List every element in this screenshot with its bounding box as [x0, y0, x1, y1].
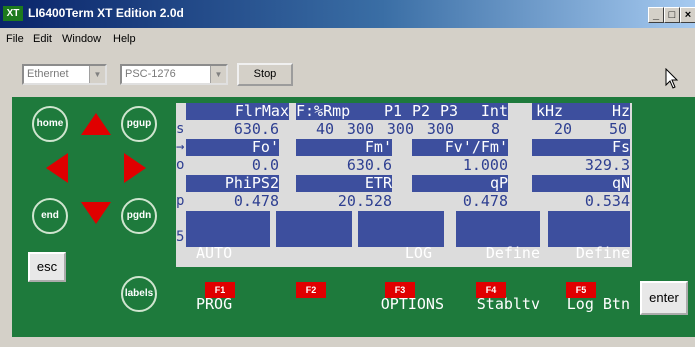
window-title: LI6400Term XT Edition 2.0d [28, 6, 184, 20]
menu-help[interactable]: Help [113, 33, 136, 45]
softkey-label: OPTIONS [380, 295, 444, 313]
row-indicator: 5 [176, 229, 185, 245]
softkey-label: AUTO [196, 244, 233, 262]
row-indicator: o [176, 157, 185, 173]
lcd-cell: qN [532, 175, 630, 192]
home-button[interactable]: home [32, 106, 68, 142]
row-indicator: → [176, 139, 185, 155]
lcd-cell: 40 [315, 121, 334, 138]
lcd-cell: Fm' [296, 139, 392, 156]
maximize-button[interactable]: □ [664, 7, 680, 23]
lcd-cell: Int [458, 103, 508, 120]
lcd-cell: 630.6 [346, 157, 392, 174]
lcd-cell: 630.6 [233, 121, 279, 138]
lcd-cell: Fs [532, 139, 630, 156]
toolbar: Ethernet ▼ PSC-1276 ▼ Stop [0, 52, 695, 96]
lcd-cell: 300 [346, 121, 374, 138]
lcd-cell: P3 [430, 103, 458, 120]
lcd-cell: 20.528 [337, 193, 392, 210]
pgdn-button[interactable]: pgdn [121, 198, 157, 234]
pgup-button[interactable]: pgup [121, 106, 157, 142]
lcd-cell: P2 [402, 103, 430, 120]
arrow-right-icon[interactable] [124, 153, 146, 183]
lcd-cell: 0.478 [462, 193, 508, 210]
lcd-row-values-2: o 0.0 630.6 1.000 329.3 [176, 157, 632, 174]
connection-value: Ethernet [27, 68, 69, 80]
lcd-softkey-row: 5 AUTO PROG LOG OPTIONS Define Stabltv D… [176, 211, 632, 313]
instrument-select[interactable]: PSC-1276 ▼ [120, 64, 228, 85]
lcd-row-values-1: s 630.6 40 300 300 300 8 20 50 [176, 121, 632, 138]
instrument-value: PSC-1276 [125, 68, 176, 80]
lcd-row-header-3: PhiPS2 ETR qP qN [176, 175, 632, 192]
f1-button[interactable]: F1 [205, 282, 235, 298]
f5-button[interactable]: F5 [566, 282, 596, 298]
menu-bar: File Edit Window Help [0, 28, 695, 50]
mouse-cursor-icon [665, 68, 679, 89]
f4-button[interactable]: F4 [476, 282, 506, 298]
softkey-5[interactable]: Define Log Btn [548, 211, 630, 313]
lcd-cell: 0.478 [233, 193, 279, 210]
esc-button[interactable]: esc [28, 252, 66, 282]
lcd-cell: 300 [386, 121, 414, 138]
softkey-4[interactable]: Define Stabltv [456, 211, 540, 313]
lcd-cell: qP [412, 175, 508, 192]
lcd-cell: 329.3 [584, 157, 630, 174]
menu-window[interactable]: Window [62, 33, 101, 45]
softkey-label: Stabltv [476, 295, 540, 313]
lcd-cell: F:%Rmp [296, 103, 374, 120]
lcd-display: FlrMax F:%Rmp P1 P2 P3 Int kHz Hz s 630.… [176, 103, 632, 313]
lcd-row-header-2: → Fo' Fm' Fv'/Fm' Fs [176, 139, 632, 156]
lcd-cell: kHz [532, 103, 582, 120]
title-bar: XT LI6400Term XT Edition 2.0d _ □ × [0, 0, 695, 28]
lcd-cell: Fv'/Fm' [412, 139, 508, 156]
lcd-cell: 1.000 [462, 157, 508, 174]
softkey-label: LOG [404, 244, 432, 262]
app-logo-icon: XT [3, 6, 23, 21]
arrow-down-icon[interactable] [81, 202, 111, 224]
softkey-3[interactable]: LOG OPTIONS [358, 211, 444, 313]
row-indicator: s [176, 121, 185, 137]
softkey-2[interactable] [276, 211, 352, 247]
row-indicator: p [176, 193, 185, 209]
lcd-cell: Hz [582, 103, 630, 120]
lcd-cell: P1 [374, 103, 402, 120]
connection-select[interactable]: Ethernet ▼ [22, 64, 107, 85]
menu-edit[interactable]: Edit [33, 33, 52, 45]
softkey-1[interactable]: AUTO PROG [186, 211, 270, 313]
minimize-button[interactable]: _ [648, 7, 664, 23]
arrow-up-icon[interactable] [81, 113, 111, 135]
menu-file[interactable]: File [6, 33, 24, 45]
f3-button[interactable]: F3 [385, 282, 415, 298]
lcd-cell: 8 [490, 121, 500, 138]
lcd-cell: ETR [296, 175, 392, 192]
softkey-label: Define [485, 244, 540, 262]
enter-button[interactable]: enter [640, 281, 688, 315]
lcd-cell: FlrMax [186, 103, 289, 120]
softkey-label: PROG [196, 295, 233, 313]
chevron-down-icon[interactable]: ▼ [210, 66, 226, 83]
end-button[interactable]: end [32, 198, 68, 234]
lcd-row-values-3: p 0.478 20.528 0.478 0.534 [176, 193, 632, 210]
softkey-label: Log Btn [566, 295, 630, 313]
stop-button[interactable]: Stop [237, 63, 293, 86]
labels-button[interactable]: labels [121, 276, 157, 312]
close-button[interactable]: × [680, 7, 695, 23]
lcd-cell: 0.0 [251, 157, 279, 174]
lcd-cell: 50 [608, 121, 627, 138]
lcd-cell: 0.534 [584, 193, 630, 210]
f2-button[interactable]: F2 [296, 282, 326, 298]
lcd-cell: 300 [426, 121, 454, 138]
chevron-down-icon[interactable]: ▼ [89, 66, 105, 83]
lcd-row-header-1: FlrMax F:%Rmp P1 P2 P3 Int kHz Hz [176, 103, 632, 120]
arrow-left-icon[interactable] [46, 153, 68, 183]
lcd-cell: 20 [553, 121, 572, 138]
softkey-label: Define [575, 244, 630, 262]
lcd-cell: PhiPS2 [186, 175, 279, 192]
lcd-cell: Fo' [186, 139, 279, 156]
